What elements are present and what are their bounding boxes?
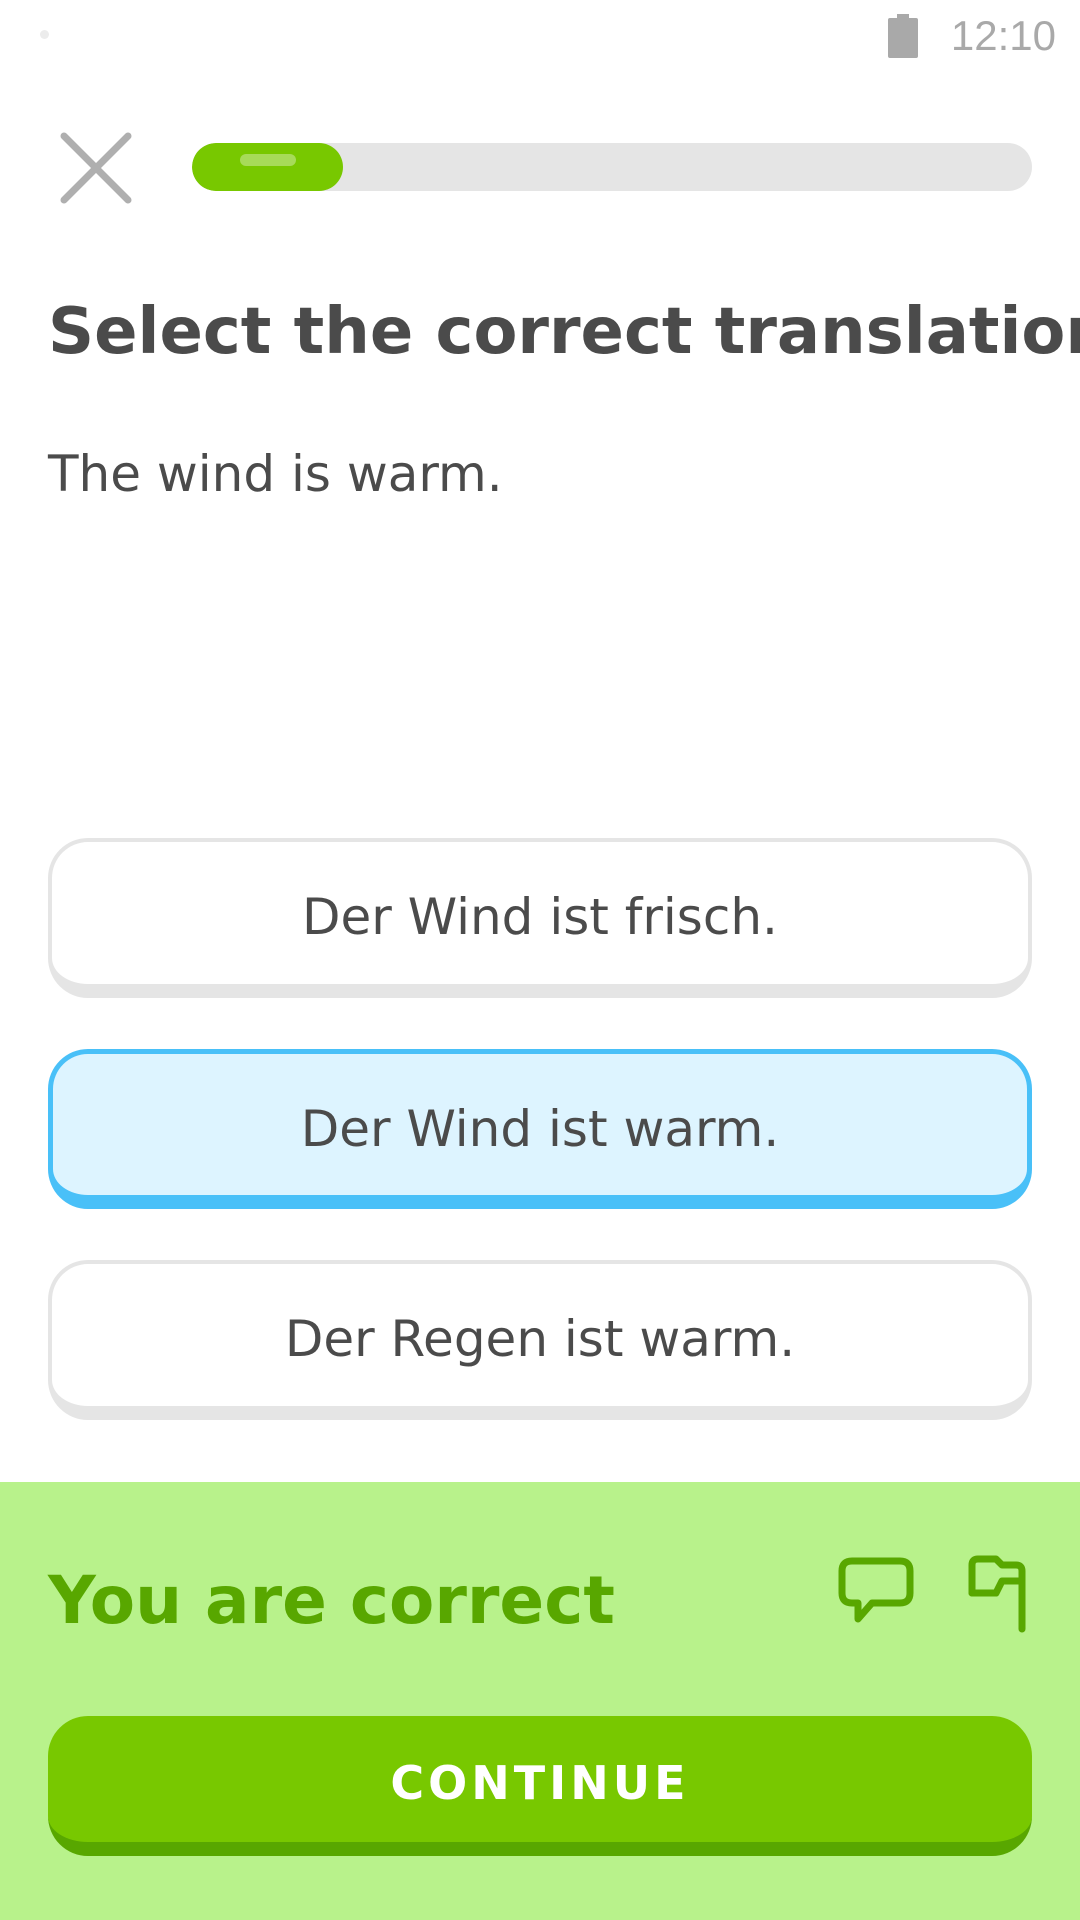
choice-label: Der Wind ist warm.	[300, 1099, 780, 1158]
flag-icon[interactable]	[966, 1553, 1026, 1633]
continue-button[interactable]: CONTINUE	[48, 1716, 1032, 1856]
close-icon	[60, 132, 132, 204]
lesson-progress-bar	[192, 143, 1032, 191]
feedback-title: You are correct	[48, 1562, 615, 1639]
status-time: 12:10	[950, 12, 1056, 59]
choice-option[interactable]: Der Regen ist warm.	[48, 1260, 1032, 1420]
close-button[interactable]	[56, 128, 136, 208]
choice-option[interactable]: Der Wind ist frisch.	[48, 838, 1032, 998]
feedback-panel: You are correct CONTINUE	[0, 1482, 1080, 1920]
exercise-instruction: Select the correct translation	[48, 295, 1080, 369]
prompt-sentence: The wind is warm.	[48, 445, 503, 503]
battery-icon	[888, 14, 918, 58]
progress-shine	[240, 154, 296, 166]
notification-dot	[40, 30, 49, 39]
chat-bubble-icon[interactable]	[838, 1557, 914, 1627]
choice-label: Der Wind ist frisch.	[302, 888, 778, 946]
choice-option-selected[interactable]: Der Wind ist warm.	[48, 1049, 1032, 1209]
choice-label: Der Regen ist warm.	[284, 1310, 796, 1368]
status-bar: 12:10	[0, 0, 1080, 72]
lesson-progress-fill	[192, 143, 344, 191]
continue-label: CONTINUE	[390, 1756, 690, 1810]
